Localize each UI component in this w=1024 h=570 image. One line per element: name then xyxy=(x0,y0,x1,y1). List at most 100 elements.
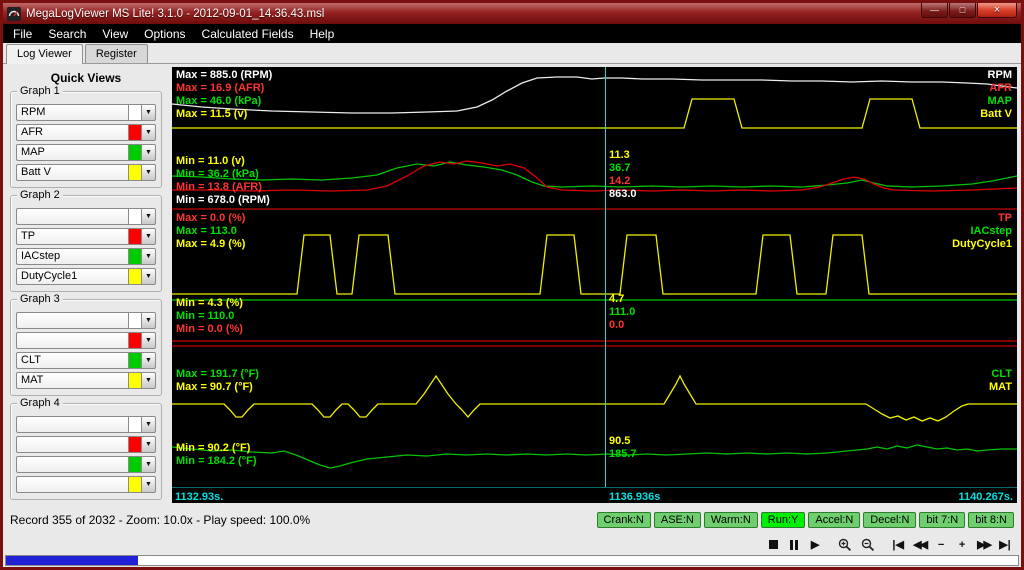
zoom-out-button[interactable] xyxy=(861,537,875,552)
channel-color-swatch[interactable] xyxy=(128,436,141,453)
playback-progress-bar[interactable] xyxy=(5,555,1019,566)
stop-button[interactable] xyxy=(767,537,779,552)
channel-color-swatch[interactable] xyxy=(128,228,141,245)
log-plot-area[interactable]: Max = 885.0 (RPM) Max = 16.9 (AFR) Max =… xyxy=(172,67,1017,503)
max-label: Max = 191.7 (°F) xyxy=(176,368,259,381)
skip-start-button[interactable]: |◀ xyxy=(892,537,904,552)
channel-selector-empty[interactable]: ▼ xyxy=(16,476,156,493)
play-button[interactable]: ▶ xyxy=(809,537,821,552)
channel-color-swatch[interactable] xyxy=(128,208,141,225)
max-label: Max = 46.0 (kPa) xyxy=(176,95,272,108)
channel-name xyxy=(16,208,128,225)
dropdown-arrow-icon[interactable]: ▼ xyxy=(141,124,156,141)
graph-panel-2[interactable]: Max = 0.0 (%) Max = 113.0 Max = 4.9 (%) … xyxy=(172,210,1017,345)
indicator-crank[interactable]: Crank:N xyxy=(597,512,651,528)
indicator-warm[interactable]: Warm:N xyxy=(704,512,758,528)
channel-selector-clt[interactable]: CLT ▼ xyxy=(16,352,156,369)
step-forward-button[interactable]: + xyxy=(956,537,968,552)
step-back-button[interactable]: − xyxy=(935,537,947,552)
sidebar-title: Quick Views xyxy=(8,71,164,85)
menu-view[interactable]: View xyxy=(94,27,136,41)
channel-selector-tp[interactable]: TP ▼ xyxy=(16,228,156,245)
channel-selector-map[interactable]: MAP ▼ xyxy=(16,144,156,161)
channel-color-swatch[interactable] xyxy=(128,248,141,265)
zoom-in-button[interactable] xyxy=(838,537,852,552)
channel-color-swatch[interactable] xyxy=(128,268,141,285)
indicator-bit8[interactable]: bit 8:N xyxy=(968,512,1014,528)
channel-color-swatch[interactable] xyxy=(128,164,141,181)
graph-panel-3[interactable]: Max = 191.7 (°F) Max = 90.7 (°F) Min = 9… xyxy=(172,347,1017,487)
dropdown-arrow-icon[interactable]: ▼ xyxy=(141,104,156,121)
dropdown-arrow-icon[interactable]: ▼ xyxy=(141,372,156,389)
channel-selector-empty[interactable]: ▼ xyxy=(16,208,156,225)
dropdown-arrow-icon[interactable]: ▼ xyxy=(141,144,156,161)
menu-search[interactable]: Search xyxy=(40,27,94,41)
dropdown-arrow-icon[interactable]: ▼ xyxy=(141,416,156,433)
channel-selector-battv[interactable]: Batt V ▼ xyxy=(16,164,156,181)
max-label: Max = 885.0 (RPM) xyxy=(176,69,272,82)
dropdown-arrow-icon[interactable]: ▼ xyxy=(141,228,156,245)
minimize-button[interactable]: — xyxy=(921,3,948,18)
dropdown-arrow-icon[interactable]: ▼ xyxy=(141,436,156,453)
menu-file[interactable]: File xyxy=(5,27,40,41)
graph3-min-labels: Min = 90.2 (°F) Min = 184.2 (°F) xyxy=(176,442,257,468)
min-label: Min = 110.0 xyxy=(176,310,243,323)
menu-help[interactable]: Help xyxy=(302,27,343,41)
channel-label: CLT xyxy=(989,368,1012,381)
dropdown-arrow-icon[interactable]: ▼ xyxy=(141,208,156,225)
channel-selector-dutycycle1[interactable]: DutyCycle1 ▼ xyxy=(16,268,156,285)
channel-color-swatch[interactable] xyxy=(128,312,141,329)
indicator-bit7[interactable]: bit 7:N xyxy=(919,512,965,528)
channel-selector-empty[interactable]: ▼ xyxy=(16,312,156,329)
channel-color-swatch[interactable] xyxy=(128,352,141,369)
indicator-run[interactable]: Run:Y xyxy=(761,512,806,528)
channel-color-swatch[interactable] xyxy=(128,456,141,473)
indicator-ase[interactable]: ASE:N xyxy=(654,512,701,528)
zoom-in-icon xyxy=(838,538,852,552)
close-button[interactable]: × xyxy=(977,3,1017,18)
channel-color-swatch[interactable] xyxy=(128,476,141,493)
channel-selector-empty[interactable]: ▼ xyxy=(16,332,156,349)
channel-color-swatch[interactable] xyxy=(128,332,141,349)
menu-calculated-fields[interactable]: Calculated Fields xyxy=(194,27,302,41)
channel-selector-mat[interactable]: MAT ▼ xyxy=(16,372,156,389)
dropdown-arrow-icon[interactable]: ▼ xyxy=(141,476,156,493)
fast-forward-button[interactable]: ▶▶ xyxy=(977,537,990,552)
channel-name: MAP xyxy=(16,144,128,161)
rewind-button[interactable]: ◀◀ xyxy=(913,537,926,552)
time-cursor-line[interactable] xyxy=(605,67,606,487)
channel-color-swatch[interactable] xyxy=(128,144,141,161)
channel-color-swatch[interactable] xyxy=(128,104,141,121)
skip-end-button[interactable]: ▶| xyxy=(999,537,1011,552)
dropdown-arrow-icon[interactable]: ▼ xyxy=(141,248,156,265)
maximize-button[interactable]: □ xyxy=(949,3,976,18)
channel-selector-empty[interactable]: ▼ xyxy=(16,436,156,453)
channel-color-swatch[interactable] xyxy=(128,372,141,389)
channel-selector-iacstep[interactable]: IACstep ▼ xyxy=(16,248,156,265)
channel-label: DutyCycle1 xyxy=(952,238,1012,251)
channel-selector-empty[interactable]: ▼ xyxy=(16,456,156,473)
channel-label: AFR xyxy=(980,82,1012,95)
dropdown-arrow-icon[interactable]: ▼ xyxy=(141,312,156,329)
min-label: Min = 4.3 (%) xyxy=(176,297,243,310)
menu-options[interactable]: Options xyxy=(136,27,193,41)
indicator-accel[interactable]: Accel:N xyxy=(808,512,860,528)
dropdown-arrow-icon[interactable]: ▼ xyxy=(141,456,156,473)
channel-selector-afr[interactable]: AFR ▼ xyxy=(16,124,156,141)
graph-panel-1[interactable]: Max = 885.0 (RPM) Max = 16.9 (AFR) Max =… xyxy=(172,67,1017,208)
channel-selector-rpm[interactable]: RPM ▼ xyxy=(16,104,156,121)
channel-color-swatch[interactable] xyxy=(128,416,141,433)
cursor-value: 36.7 xyxy=(609,162,637,175)
tab-log-viewer[interactable]: Log Viewer xyxy=(6,44,83,64)
channel-color-swatch[interactable] xyxy=(128,124,141,141)
dropdown-arrow-icon[interactable]: ▼ xyxy=(141,268,156,285)
dropdown-arrow-icon[interactable]: ▼ xyxy=(141,164,156,181)
graph4-group: Graph 4 ▼ ▼ ▼ xyxy=(10,403,162,500)
tab-register[interactable]: Register xyxy=(85,44,148,63)
dropdown-arrow-icon[interactable]: ▼ xyxy=(141,332,156,349)
channel-selector-empty[interactable]: ▼ xyxy=(16,416,156,433)
stop-icon xyxy=(769,540,778,549)
pause-button[interactable] xyxy=(788,537,800,552)
dropdown-arrow-icon[interactable]: ▼ xyxy=(141,352,156,369)
indicator-decel[interactable]: Decel:N xyxy=(863,512,916,528)
